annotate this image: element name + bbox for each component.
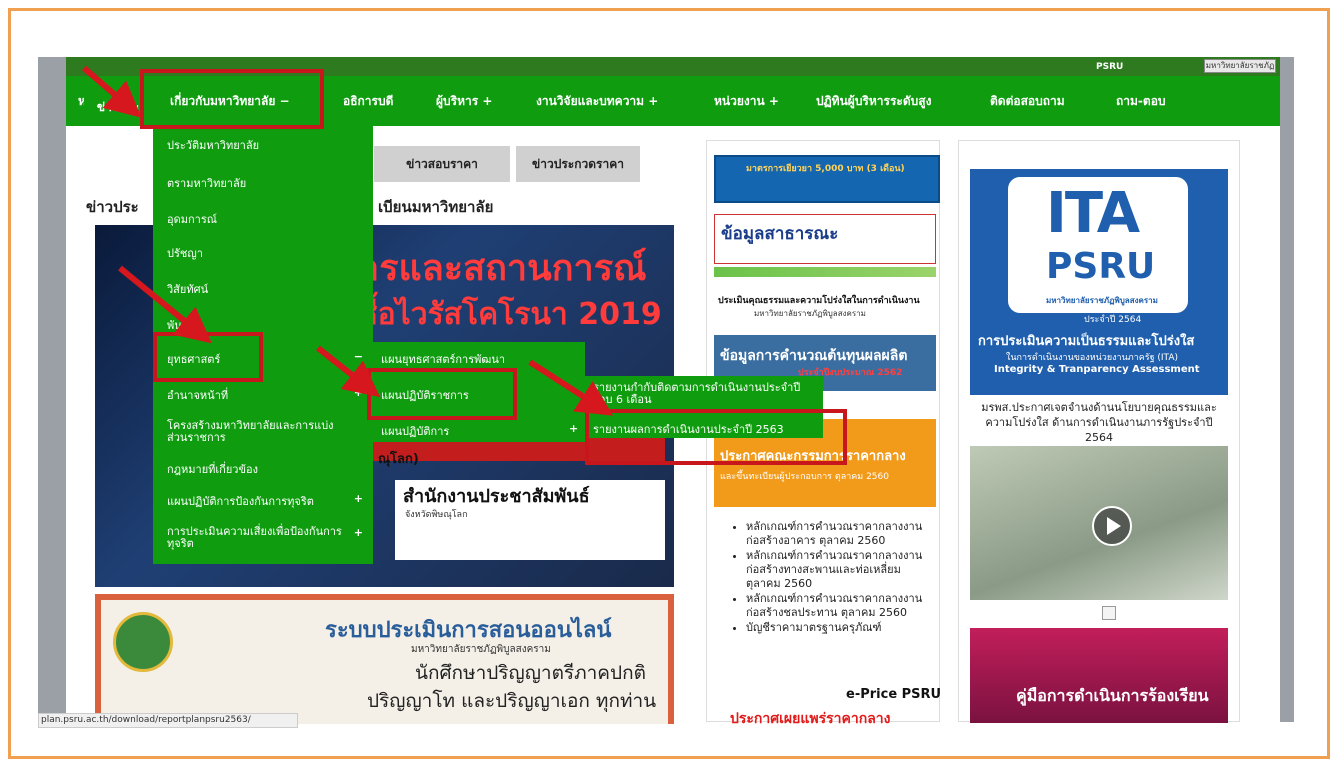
arrow-to-about [82,65,142,118]
annotation-arrows [82,65,614,416]
arrow-to-gov-plan [316,345,381,398]
arrow-to-annual-report [528,359,614,416]
arrow-to-strategy [118,265,212,344]
